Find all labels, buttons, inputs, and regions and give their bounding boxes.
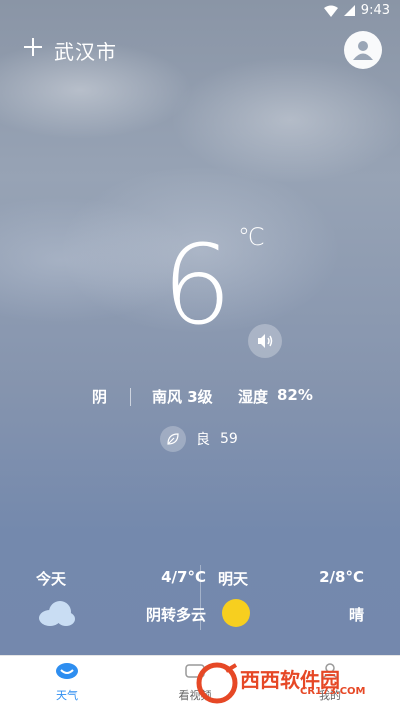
voice-broadcast-button[interactable]: [248, 324, 282, 358]
speaker-icon: [258, 334, 273, 348]
temperature-unit: ℃: [238, 223, 265, 251]
day-name: 今天: [36, 570, 67, 588]
forecast-today[interactable]: 今天 4/7°C 阴转多云: [36, 560, 206, 650]
air-quality[interactable]: 良 59: [160, 426, 238, 452]
tab-label: 天气: [56, 689, 78, 702]
wifi-icon: [323, 5, 338, 17]
divider: [130, 388, 131, 406]
day-name: 明天: [218, 570, 249, 588]
humidity-value: 82%: [277, 386, 313, 404]
signal-icon: [343, 5, 355, 16]
current-temperature: 6: [162, 221, 232, 349]
tab-weather[interactable]: 天气: [27, 662, 107, 703]
forecast-divider: [200, 565, 201, 630]
humidity-label: 湿度: [238, 388, 269, 406]
watermark-logo-icon: [196, 662, 238, 704]
header: 武汉市: [0, 31, 400, 69]
avatar-button[interactable]: [344, 31, 382, 69]
forecast-tomorrow[interactable]: 明天 2/8°C 晴: [218, 560, 364, 650]
condition-text: 阴: [92, 388, 108, 406]
weather-desc: 晴: [348, 606, 364, 624]
weather-tab-icon: [56, 663, 78, 679]
leaf-icon: [160, 426, 186, 452]
aqi-value: 59: [220, 431, 238, 447]
plus-icon: [24, 38, 42, 56]
cloud-icon: [39, 601, 75, 626]
status-time: 9:43: [360, 3, 390, 18]
wind-text: 南风 3级: [152, 388, 213, 406]
watermark: 西西软件园 CR173.COM: [192, 662, 382, 704]
temp-range: 2/8°C: [319, 568, 364, 586]
add-city-button[interactable]: [22, 36, 44, 58]
watermark-url: CR173.COM: [300, 686, 366, 697]
status-bar: 9:43: [0, 0, 400, 22]
city-name[interactable]: 武汉市: [54, 36, 117, 65]
user-icon: [353, 41, 373, 60]
aqi-label: 良: [196, 432, 210, 448]
weather-desc: 阴转多云: [145, 606, 206, 624]
sun-icon: [222, 599, 250, 627]
